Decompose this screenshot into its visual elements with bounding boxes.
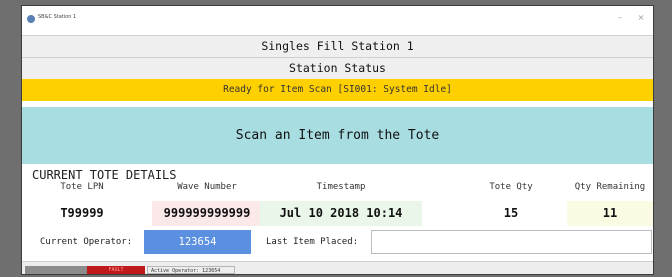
window-titlebar: SB&C Station 1 – × xyxy=(22,6,653,32)
tote-qty-header: Tote Qty xyxy=(489,182,533,192)
wave-number-value: 999999999999 xyxy=(152,201,262,226)
current-operator-label: Current Operator: xyxy=(40,237,133,247)
app-icon xyxy=(27,15,35,23)
active-operator-readout: Active Operator: 123654 xyxy=(147,266,235,274)
tote-lpn-value: T99999 xyxy=(60,206,104,220)
timestamp-value: Jul 10 2018 10:14 xyxy=(260,201,422,226)
station-name-header: Singles Fill Station 1 xyxy=(22,35,653,57)
tote-qty-value: 15 xyxy=(503,206,519,220)
timestamp-header: Timestamp xyxy=(316,182,366,192)
minimize-button[interactable]: – xyxy=(613,12,627,24)
window-title: SB&C Station 1 xyxy=(38,14,77,20)
tote-lpn-header: Tote LPN xyxy=(60,182,104,192)
qty-remaining-value: 11 xyxy=(567,201,653,226)
close-button[interactable]: × xyxy=(634,12,648,24)
wave-number-header: Wave Number xyxy=(177,182,237,192)
status-message-bar: Ready for Item Scan [SI001: System Idle] xyxy=(22,79,653,101)
app-window: SB&C Station 1 – × Singles Fill Station … xyxy=(22,6,653,274)
status-bar: FAULT Active Operator: 123654 xyxy=(22,261,653,274)
current-operator-value: 123654 xyxy=(144,230,251,254)
status-indicator-gray xyxy=(25,266,87,274)
last-item-placed-field[interactable] xyxy=(371,230,652,254)
status-indicator-fault: FAULT xyxy=(87,266,145,274)
station-status-header: Station Status xyxy=(22,57,653,79)
qty-remaining-header: Qty Remaining xyxy=(574,182,646,192)
tote-details-title: CURRENT TOTE DETAILS xyxy=(32,168,177,182)
last-item-placed-label: Last Item Placed: xyxy=(266,237,359,247)
scan-prompt-panel: Scan an Item from the Tote xyxy=(22,107,653,164)
